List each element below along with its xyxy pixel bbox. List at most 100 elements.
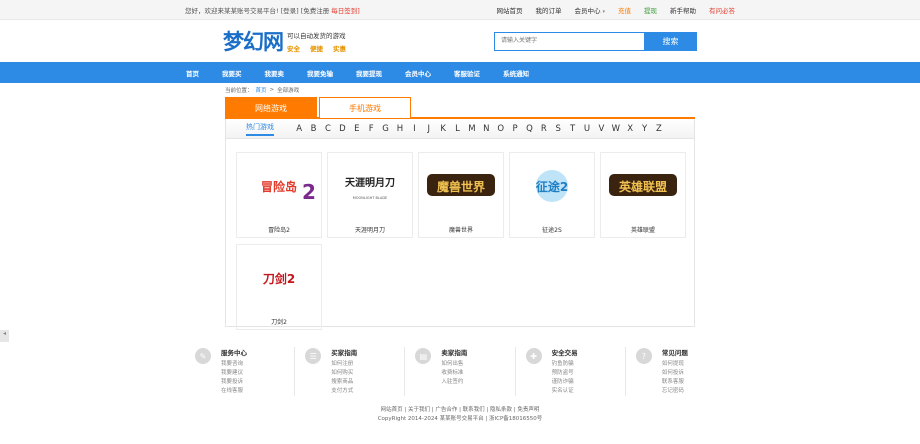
filter-letter[interactable]: M	[465, 124, 479, 134]
help-link[interactable]: 如何提现	[662, 360, 688, 369]
top-link[interactable]: 我的订单	[535, 5, 561, 15]
game-logo-art: 刀剑2	[263, 271, 295, 286]
game-card[interactable]: 刀剑2 刀剑2	[236, 244, 322, 330]
search-input[interactable]	[494, 31, 644, 51]
filter-letter[interactable]: X	[623, 124, 637, 134]
filter-letter[interactable]: I	[407, 124, 421, 134]
help-link[interactable]: 如何注册	[331, 360, 357, 369]
filter-letter[interactable]: H	[393, 124, 407, 134]
filter-letter[interactable]: L	[450, 124, 464, 134]
nav-item[interactable]: 首页	[186, 68, 199, 78]
help-link[interactable]: 我要咨询	[221, 360, 247, 369]
login-link[interactable]: [登录]	[281, 5, 299, 15]
game-card[interactable]: 冒险岛 2 冒险岛2	[236, 152, 322, 238]
help-link[interactable]: 如何购买	[331, 369, 357, 378]
filter-letter[interactable]: V	[594, 124, 608, 134]
top-link[interactable]: 网站首页	[496, 5, 522, 15]
filter-letter[interactable]: F	[364, 124, 378, 134]
filter-letter[interactable]: A	[292, 124, 306, 134]
top-link[interactable]: 会员中心	[574, 7, 600, 15]
help-link[interactable]: 我要投诉	[221, 378, 247, 387]
nav-item[interactable]: 我要提现	[356, 68, 382, 78]
top-link[interactable]: 充值	[618, 5, 631, 15]
filter-letter[interactable]: Z	[652, 124, 666, 134]
help-link[interactable]: 钓鱼防骗	[552, 360, 578, 369]
filter-letter[interactable]: S	[551, 124, 565, 134]
side-collapse-tab[interactable]: ◂	[0, 330, 9, 342]
help-link[interactable]: 收费标准	[441, 369, 467, 378]
top-link[interactable]: 有问必答	[709, 5, 735, 15]
game-logo: 魔兽世界	[420, 157, 502, 215]
filter-letter[interactable]: Y	[637, 124, 651, 134]
filter-letter[interactable]: B	[306, 124, 320, 134]
search-button[interactable]: 搜索	[644, 31, 697, 51]
help-column: ☰ 买家指南 如何注册 如何购买 搜索商品 支付方式	[294, 347, 404, 396]
top-link[interactable]: 新手帮助	[670, 5, 696, 15]
help-link[interactable]: 预防盗号	[552, 369, 578, 378]
nav-item[interactable]: 会员中心	[405, 68, 431, 78]
help-column-content: 常见问题如何提现 如何投诉 联系客服 忘记密码	[662, 347, 688, 396]
filter-letter[interactable]: E	[350, 124, 364, 134]
game-logo-text: 英雄联盟	[619, 179, 667, 194]
filter-letter[interactable]: O	[493, 124, 507, 134]
help-link[interactable]: 忘记密码	[662, 387, 688, 396]
help-link[interactable]: 谨防诈骗	[552, 378, 578, 387]
filter-letter[interactable]: K	[436, 124, 450, 134]
filter-letter[interactable]: U	[580, 124, 594, 134]
game-name: 天涯明月刀	[354, 227, 385, 234]
help-link[interactable]: 如何投诉	[662, 369, 688, 378]
filter-letter[interactable]: W	[609, 124, 623, 134]
welcome-text: 您好，欢迎来某某账号交易平台!	[185, 7, 279, 15]
help-link[interactable]: 实名认证	[552, 387, 578, 396]
nav-item[interactable]: 客服验证	[454, 68, 480, 78]
game-logo: 刀剑2	[238, 249, 320, 307]
game-logo-text: 刀剑2	[263, 271, 295, 286]
help-link[interactable]: 在线客服	[221, 387, 247, 396]
game-card[interactable]: 魔兽世界 魔兽世界	[418, 152, 504, 238]
help-link[interactable]: 联系客服	[662, 378, 688, 387]
game-name: 魔兽世界	[448, 227, 473, 234]
help-title: 安全交易	[551, 349, 578, 357]
help-link[interactable]: 支付方式	[331, 387, 357, 396]
filter-letter[interactable]: R	[537, 124, 551, 134]
filter-letter[interactable]: C	[321, 124, 335, 134]
game-logo-text: 冒险岛	[261, 179, 297, 194]
filter-letter[interactable]: N	[479, 124, 493, 134]
nav-item[interactable]: 系统通知	[503, 68, 529, 78]
help-link[interactable]: 入驻签约	[441, 378, 467, 387]
logo-text: 梦幻网	[223, 29, 284, 54]
tab-mobile-games[interactable]: 手机游戏	[319, 97, 411, 118]
list-icon: ☰	[305, 348, 322, 364]
filter-hot-games[interactable]: 热门游戏	[246, 122, 274, 136]
nav-item[interactable]: 我要免输	[307, 68, 333, 78]
game-logo: 冒险岛 2	[238, 157, 320, 215]
top-link-member-center[interactable]: 会员中心 ▾	[574, 5, 605, 15]
slogan-text: 可以自动发货的游戏	[287, 31, 346, 40]
game-card[interactable]: 天涯明月刀 MOONLIGHT BLADE 天涯明月刀	[327, 152, 413, 238]
game-card[interactable]: 征途2 征途2S	[509, 152, 595, 238]
help-link[interactable]: 如何出售	[441, 360, 467, 369]
sign-in-link[interactable]: 每日签到]	[331, 5, 360, 15]
filter-letter[interactable]: Q	[522, 124, 536, 134]
nav-item[interactable]: 我要买	[222, 68, 242, 78]
filter-letter[interactable]: G	[378, 124, 392, 134]
help-link[interactable]: 搜索商品	[331, 378, 357, 387]
breadcrumb-home[interactable]: 首页	[256, 86, 267, 94]
filter-letter[interactable]: J	[422, 124, 436, 134]
filter-letter[interactable]: P	[508, 124, 522, 134]
filter-letter[interactable]: T	[565, 124, 579, 134]
filter-letter[interactable]: D	[335, 124, 349, 134]
footer-links[interactable]: 网站首页 | 关于我们 | 广告合作 | 联系我们 | 隐私条款 | 免责声明	[0, 406, 920, 415]
help-link[interactable]: 我要建议	[221, 369, 247, 378]
game-logo-text: 天涯明月刀	[345, 176, 395, 189]
help-title: 服务中心	[221, 349, 247, 357]
register-link[interactable]: [免费注册	[301, 5, 330, 15]
nav-item[interactable]: 我要卖	[265, 68, 285, 78]
game-name: 征途2S	[542, 227, 562, 234]
top-link[interactable]: 提现	[644, 5, 657, 15]
site-logo[interactable]: 梦幻网 可以自动发货的游戏 安全 便捷 实惠	[223, 26, 346, 56]
breadcrumb-prefix: 当前位置：	[225, 88, 253, 94]
game-card[interactable]: 英雄联盟 英雄联盟	[600, 152, 686, 238]
tab-online-games[interactable]: 网络游戏	[225, 97, 317, 118]
help-title: 常见问题	[661, 349, 688, 357]
